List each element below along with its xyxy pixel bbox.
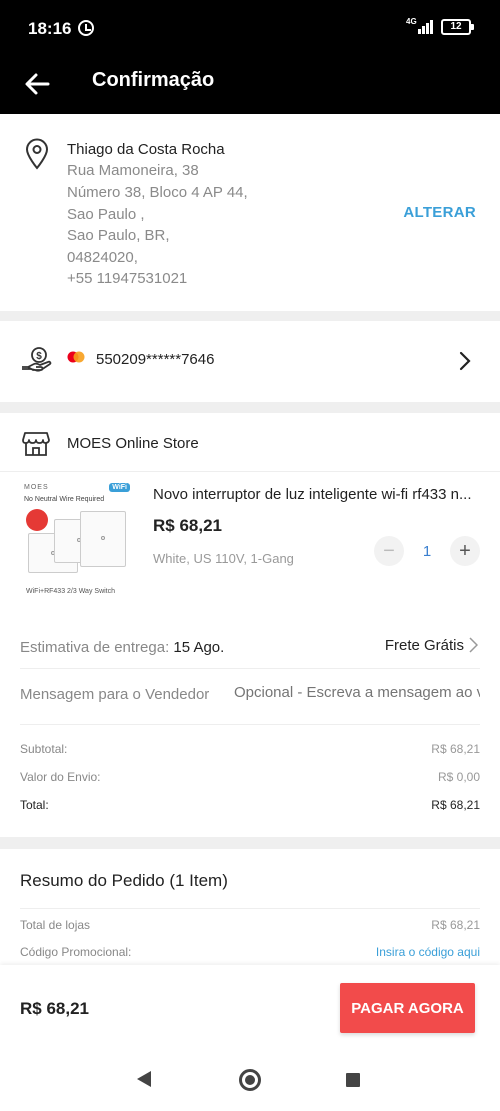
checkout-bar: R$ 68,21 PAGAR AGORA <box>0 965 500 1051</box>
shipping-cost-row: Valor do Envio: R$ 0,00 <box>20 770 480 784</box>
nav-home-icon[interactable] <box>239 1069 261 1091</box>
order-summary-card: Resumo do Pedido (1 Item) Total de lojas… <box>0 849 500 965</box>
quantity-increase-button[interactable]: + <box>450 536 480 566</box>
address-line: Sao Paulo , <box>67 206 145 223</box>
page-title: Confirmação <box>92 69 215 91</box>
address-line: 04824020, <box>67 249 138 266</box>
product-price: R$ 68,21 <box>153 516 222 535</box>
stores-total-row: Total de lojas R$ 68,21 <box>20 918 480 932</box>
divider <box>0 471 500 472</box>
address-phone: +55 11947531021 <box>67 270 188 287</box>
subtotal-label: Subtotal: <box>20 742 68 756</box>
change-address-button[interactable]: ALTERAR <box>403 204 476 221</box>
status-bar: 18:16 4G 12 <box>0 0 500 56</box>
chevron-right-icon <box>459 351 471 371</box>
alarm-icon <box>78 20 94 36</box>
card-number: 550209******7646 <box>96 351 215 368</box>
divider <box>20 908 480 909</box>
delivery-date: 15 Ago. <box>173 639 225 656</box>
network-type: 4G <box>406 17 417 26</box>
promo-code-label: Código Promocional: <box>20 945 132 959</box>
product-image-subtitle: No Neutral Wire Required <box>24 496 105 503</box>
system-nav-bar <box>0 1051 500 1111</box>
store-name: MOES Online Store <box>67 435 199 452</box>
checkout-total: R$ 68,21 <box>20 999 89 1018</box>
total-value: R$ 68,21 <box>431 798 480 812</box>
delivery-estimate-label: Estimativa de entrega: <box>20 639 170 656</box>
recipient-name: Thiago da Costa Rocha <box>67 141 225 158</box>
divider <box>20 724 480 725</box>
signal-icon <box>418 20 436 34</box>
subtotal-value: R$ 68,21 <box>431 742 480 756</box>
nav-recents-icon[interactable] <box>346 1073 360 1087</box>
pay-now-button[interactable]: PAGAR AGORA <box>340 983 475 1033</box>
seller-message-input[interactable] <box>234 684 480 701</box>
product-image-caption: WiFi+RF433 2/3 Way Switch <box>26 588 116 595</box>
total-label: Total: <box>20 798 49 812</box>
address-line: Rua Mamoneira, 38 <box>67 162 199 179</box>
sale-badge-icon <box>26 509 48 531</box>
mastercard-icon <box>67 351 85 363</box>
address-line: Número 38, Bloco 4 AP 44, <box>67 184 248 201</box>
quantity-decrease-button[interactable]: − <box>374 536 404 566</box>
status-time: 18:16 <box>28 19 72 38</box>
total-row: Total: R$ 68,21 <box>20 798 480 812</box>
chevron-right-icon[interactable] <box>468 637 478 653</box>
address-line: Sao Paulo, BR, <box>67 227 170 244</box>
shipping-cost-label: Valor do Envio: <box>20 770 101 784</box>
nav-back-icon[interactable] <box>137 1071 151 1087</box>
payment-method-row[interactable]: $ 550209******7646 <box>0 321 500 402</box>
switch-panel-graphic <box>80 511 126 567</box>
battery-icon: 12 <box>441 19 474 35</box>
wifi-badge: WiFi <box>109 483 130 492</box>
back-arrow-icon[interactable] <box>20 66 56 102</box>
order-summary-title: Resumo do Pedido (1 Item) <box>20 871 228 890</box>
promo-code-row: Código Promocional: Insira o código aqui <box>20 945 480 959</box>
promo-code-link[interactable]: Insira o código aqui <box>376 945 480 959</box>
seller-message-label: Mensagem para o Vendedor <box>20 686 210 703</box>
store-icon <box>22 432 50 456</box>
product-image-brand: MOES <box>24 484 49 491</box>
shipping-option[interactable]: Frete Grátis <box>385 637 464 654</box>
delivery-estimate: Estimativa de entrega: 15 Ago. <box>20 639 224 656</box>
location-pin-icon <box>25 138 49 170</box>
stores-total-value: R$ 68,21 <box>431 918 480 932</box>
order-card: MOES Online Store MOES WiFi No Neutral W… <box>0 413 500 837</box>
quantity-value: 1 <box>422 543 432 560</box>
stores-total-label: Total de lojas <box>20 918 91 932</box>
address-card: Thiago da Costa Rocha Rua Mamoneira, 38 … <box>0 114 500 311</box>
product-title[interactable]: Novo interruptor de luz inteligente wi-f… <box>153 486 483 503</box>
svg-text:$: $ <box>36 351 42 362</box>
subtotal-row: Subtotal: R$ 68,21 <box>20 742 480 756</box>
divider <box>20 668 480 669</box>
payment-hand-coin-icon: $ <box>22 347 52 372</box>
product-image[interactable]: MOES WiFi No Neutral Wire Required WiFi+… <box>20 481 134 599</box>
app-bar: Confirmação <box>0 56 500 114</box>
shipping-cost-value: R$ 0,00 <box>437 770 480 784</box>
product-variant: White, US 110V, 1-Gang <box>153 551 294 566</box>
